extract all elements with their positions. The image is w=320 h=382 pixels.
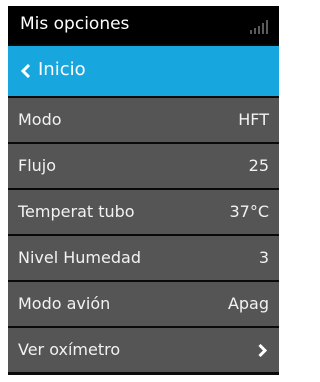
menu-item-label: Ver oxímetro xyxy=(18,340,121,359)
menu-item-label: Modo avión xyxy=(18,294,111,313)
options-menu: Modo HFT Flujo 25 Temperat tubo 37°C Niv… xyxy=(8,98,279,374)
menu-item-ver-oximetro[interactable]: Ver oxímetro xyxy=(8,328,279,374)
menu-item-label: Modo xyxy=(18,110,62,129)
menu-item-value: Apag xyxy=(227,294,269,313)
title-bar: Mis opciones xyxy=(8,6,279,44)
chevron-right-icon xyxy=(258,344,267,357)
menu-item-label: Flujo xyxy=(18,156,57,175)
chevron-left-icon xyxy=(21,64,31,78)
menu-item-modo-avion[interactable]: Modo avión Apag xyxy=(8,282,279,328)
signal-bars-icon xyxy=(250,20,268,34)
device-screen: Mis opciones Inicio Modo HFT Flujo 25 Te… xyxy=(8,6,279,375)
menu-item-label: Temperat tubo xyxy=(18,202,135,221)
menu-item-value: 3 xyxy=(258,248,269,267)
home-button[interactable]: Inicio xyxy=(8,46,279,96)
menu-item-value: HFT xyxy=(238,110,269,129)
page-title: Mis opciones xyxy=(20,14,130,34)
menu-item-nivel-humedad[interactable]: Nivel Humedad 3 xyxy=(8,236,279,282)
menu-item-modo[interactable]: Modo HFT xyxy=(8,98,279,144)
menu-item-value: 25 xyxy=(248,156,269,175)
menu-item-value: 37°C xyxy=(229,202,269,221)
menu-item-flujo[interactable]: Flujo 25 xyxy=(8,144,279,190)
home-label: Inicio xyxy=(38,59,86,80)
menu-item-temperatura-tubo[interactable]: Temperat tubo 37°C xyxy=(8,190,279,236)
menu-item-label: Nivel Humedad xyxy=(18,248,141,267)
